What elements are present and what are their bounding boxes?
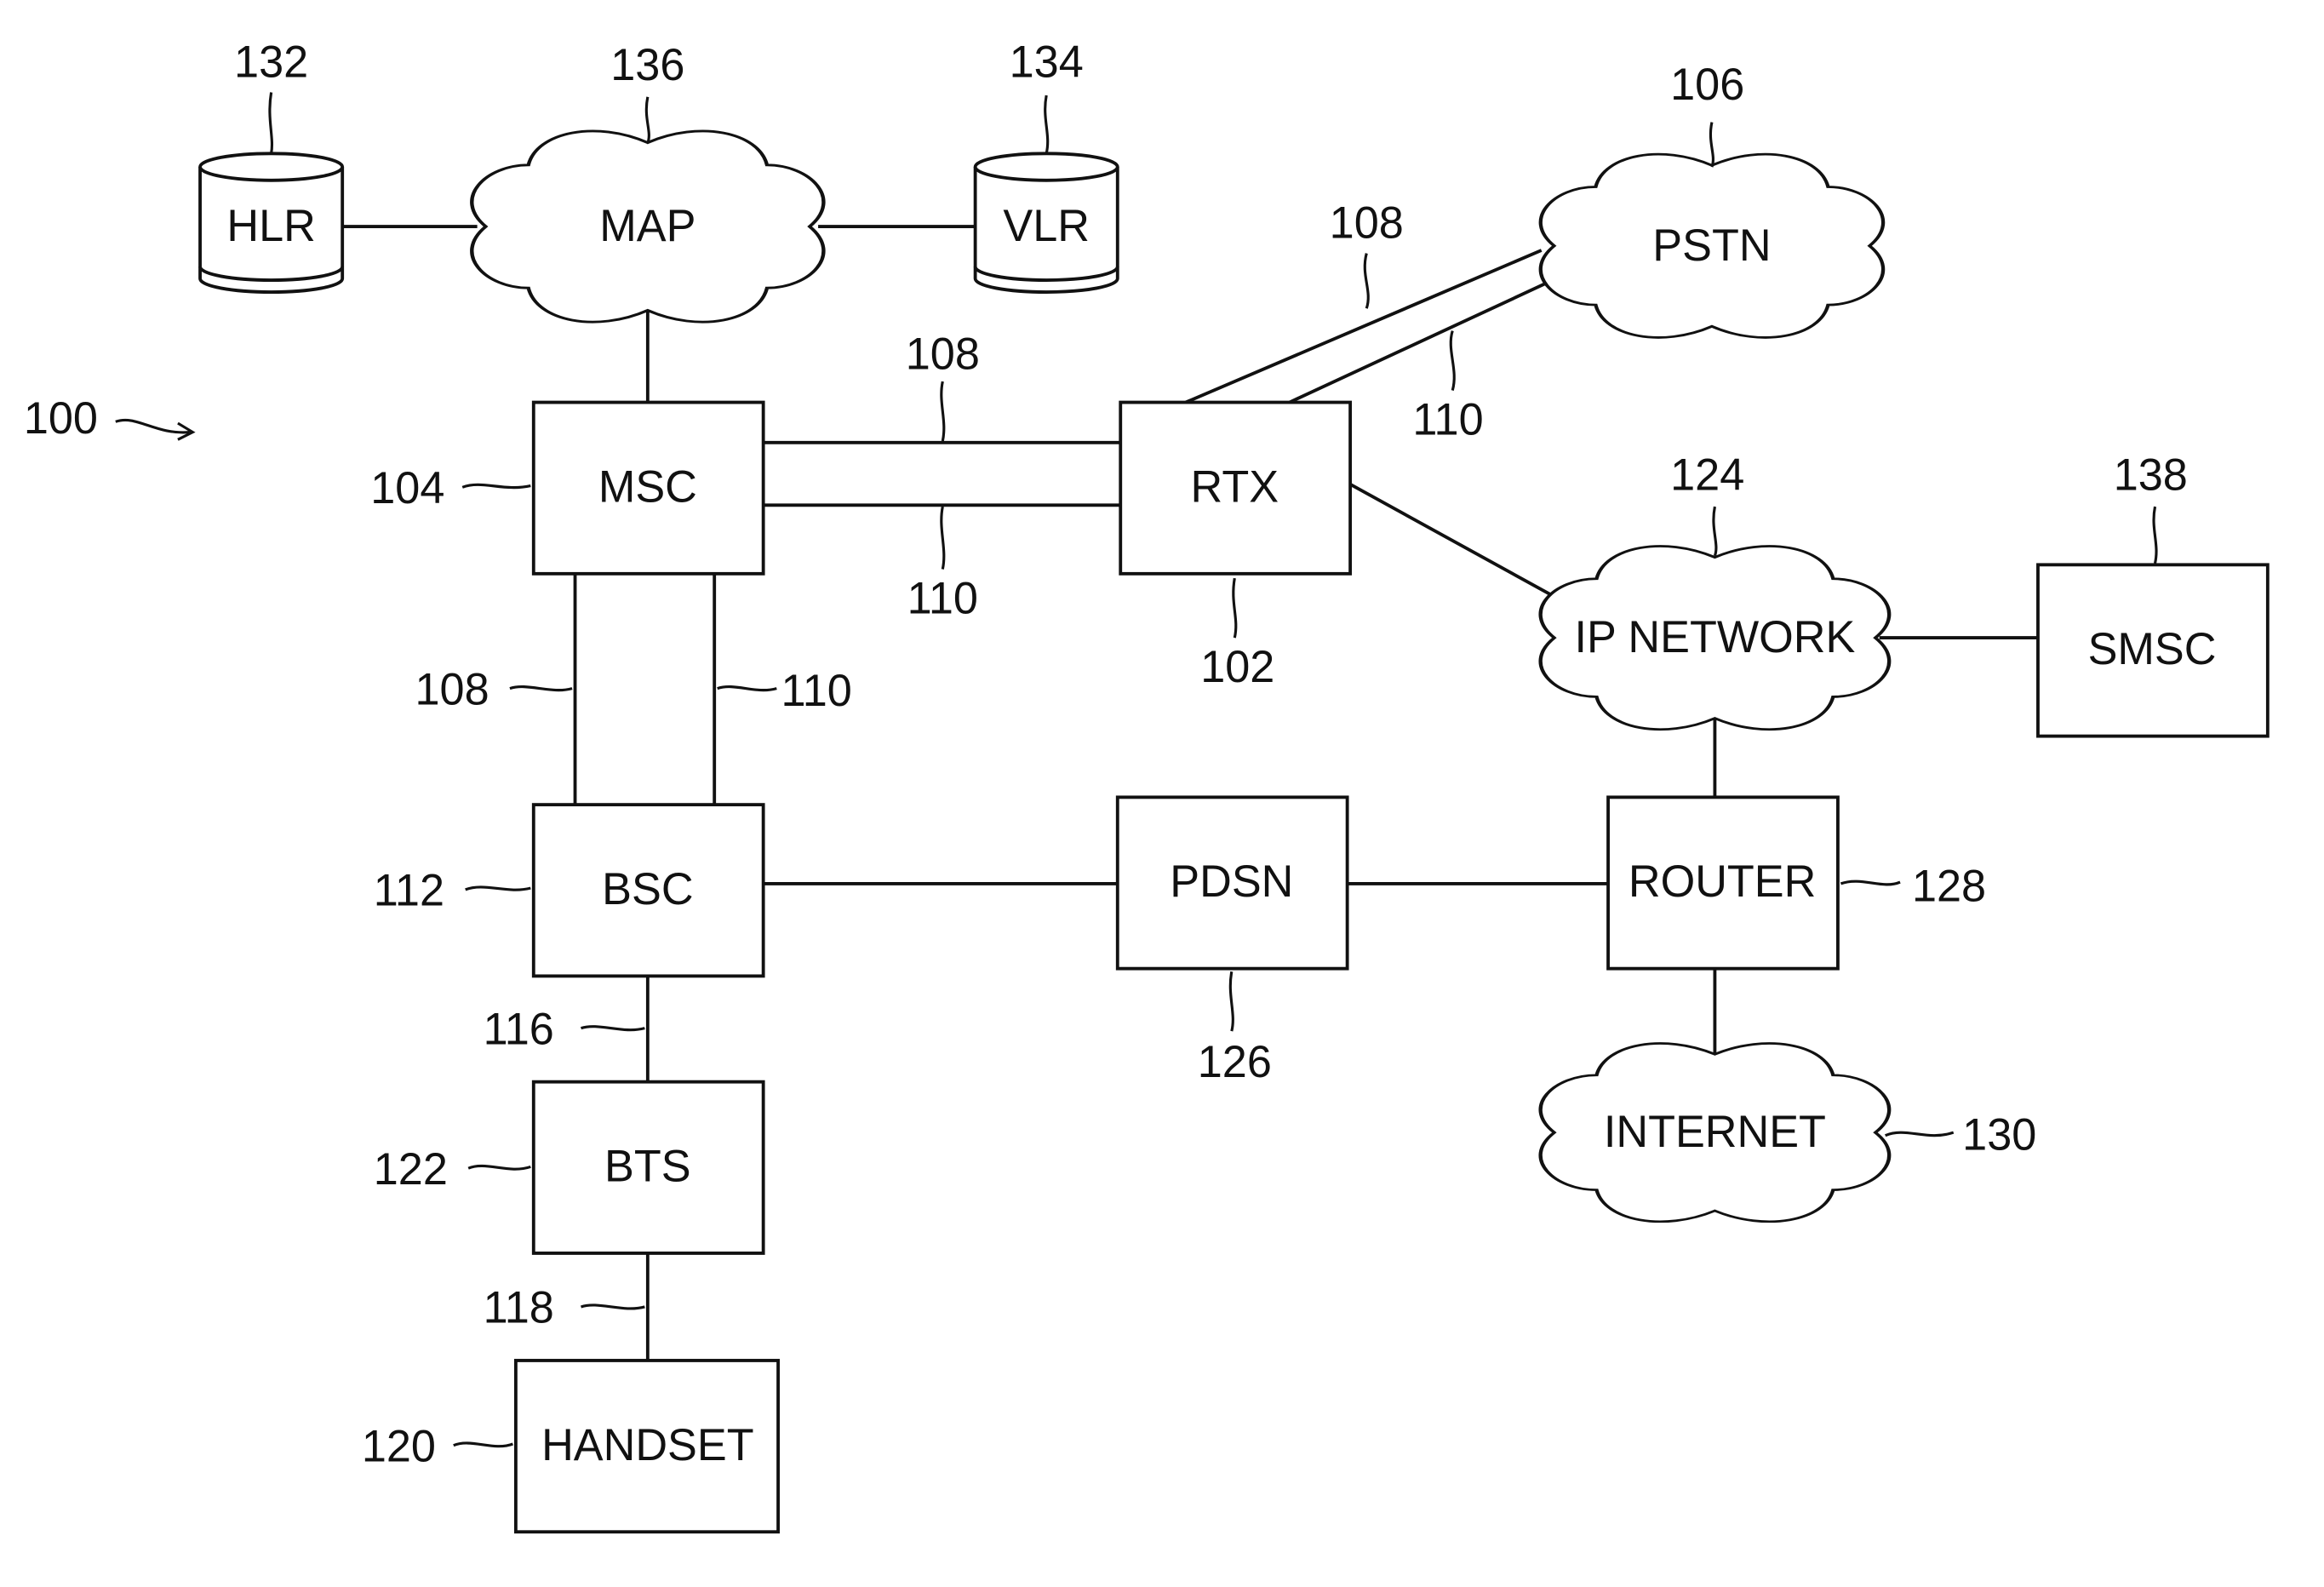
network-diagram: HLR 132 MAP 136 VLR 134 106 PSTN 106 100… [24, 37, 2270, 1534]
hlr-database: HLR [198, 152, 345, 294]
link-rtx-pstn-108 [1185, 249, 1543, 404]
ref-112: 112 [374, 867, 444, 916]
ref-116: 116 [484, 1005, 554, 1054]
vlr-label: VLR [1003, 202, 1090, 251]
msc-label: MSC [598, 462, 697, 512]
ref-124: 124 [1670, 450, 1744, 500]
router-label: ROUTER [1629, 857, 1816, 907]
internet-label: INTERNET [1604, 1108, 1826, 1157]
ref-108-msc-rtx: 108 [906, 329, 980, 379]
ip-network-label: IP NETWORK [1575, 613, 1856, 662]
ref-126: 126 [1198, 1038, 1272, 1087]
internet-cloud: INTERNET [1541, 1044, 1890, 1222]
ref-108-msc-bsc: 108 [415, 665, 489, 714]
vlr-database: VLR [973, 152, 1119, 294]
hlr-label: HLR [226, 202, 315, 251]
link-rtx-ipnet [1349, 483, 1554, 598]
ref-106: 106 [1670, 60, 1744, 110]
ref-110-rtx-pstn: 110 [1412, 395, 1483, 444]
ref-102: 102 [1200, 643, 1274, 692]
ref-136: 136 [610, 41, 684, 90]
ref-110-msc-rtx: 110 [907, 575, 978, 624]
ref-134: 134 [1010, 37, 1084, 87]
ref-108-rtx-pstn: 108 [1330, 198, 1404, 248]
bts-label: BTS [604, 1142, 691, 1191]
pdsn-label: PDSN [1170, 857, 1293, 907]
ref-118: 118 [484, 1284, 554, 1333]
map-cloud: MAP [472, 131, 823, 322]
ref-128: 128 [1912, 862, 1986, 911]
ref-130: 130 [1962, 1111, 2036, 1160]
figure-ref-100: 100 [24, 394, 98, 444]
handset-label: HANDSET [541, 1421, 754, 1470]
pstn-cloud: 106 PSTN [1541, 154, 1883, 337]
smsc-label: SMSC [2088, 625, 2217, 674]
rtx-label: RTX [1191, 462, 1279, 512]
ip-network-cloud: IP NETWORK [1541, 546, 1890, 729]
ref-110-msc-bsc: 110 [781, 667, 852, 716]
bsc-label: BSC [602, 865, 693, 914]
ref-138: 138 [2114, 450, 2188, 500]
ref-120: 120 [362, 1422, 436, 1471]
ref-132: 132 [234, 37, 308, 87]
map-label: MAP [599, 202, 695, 251]
pstn-name: PSTN [1652, 221, 1771, 271]
ref-122: 122 [374, 1145, 448, 1195]
ref-104: 104 [370, 464, 444, 513]
